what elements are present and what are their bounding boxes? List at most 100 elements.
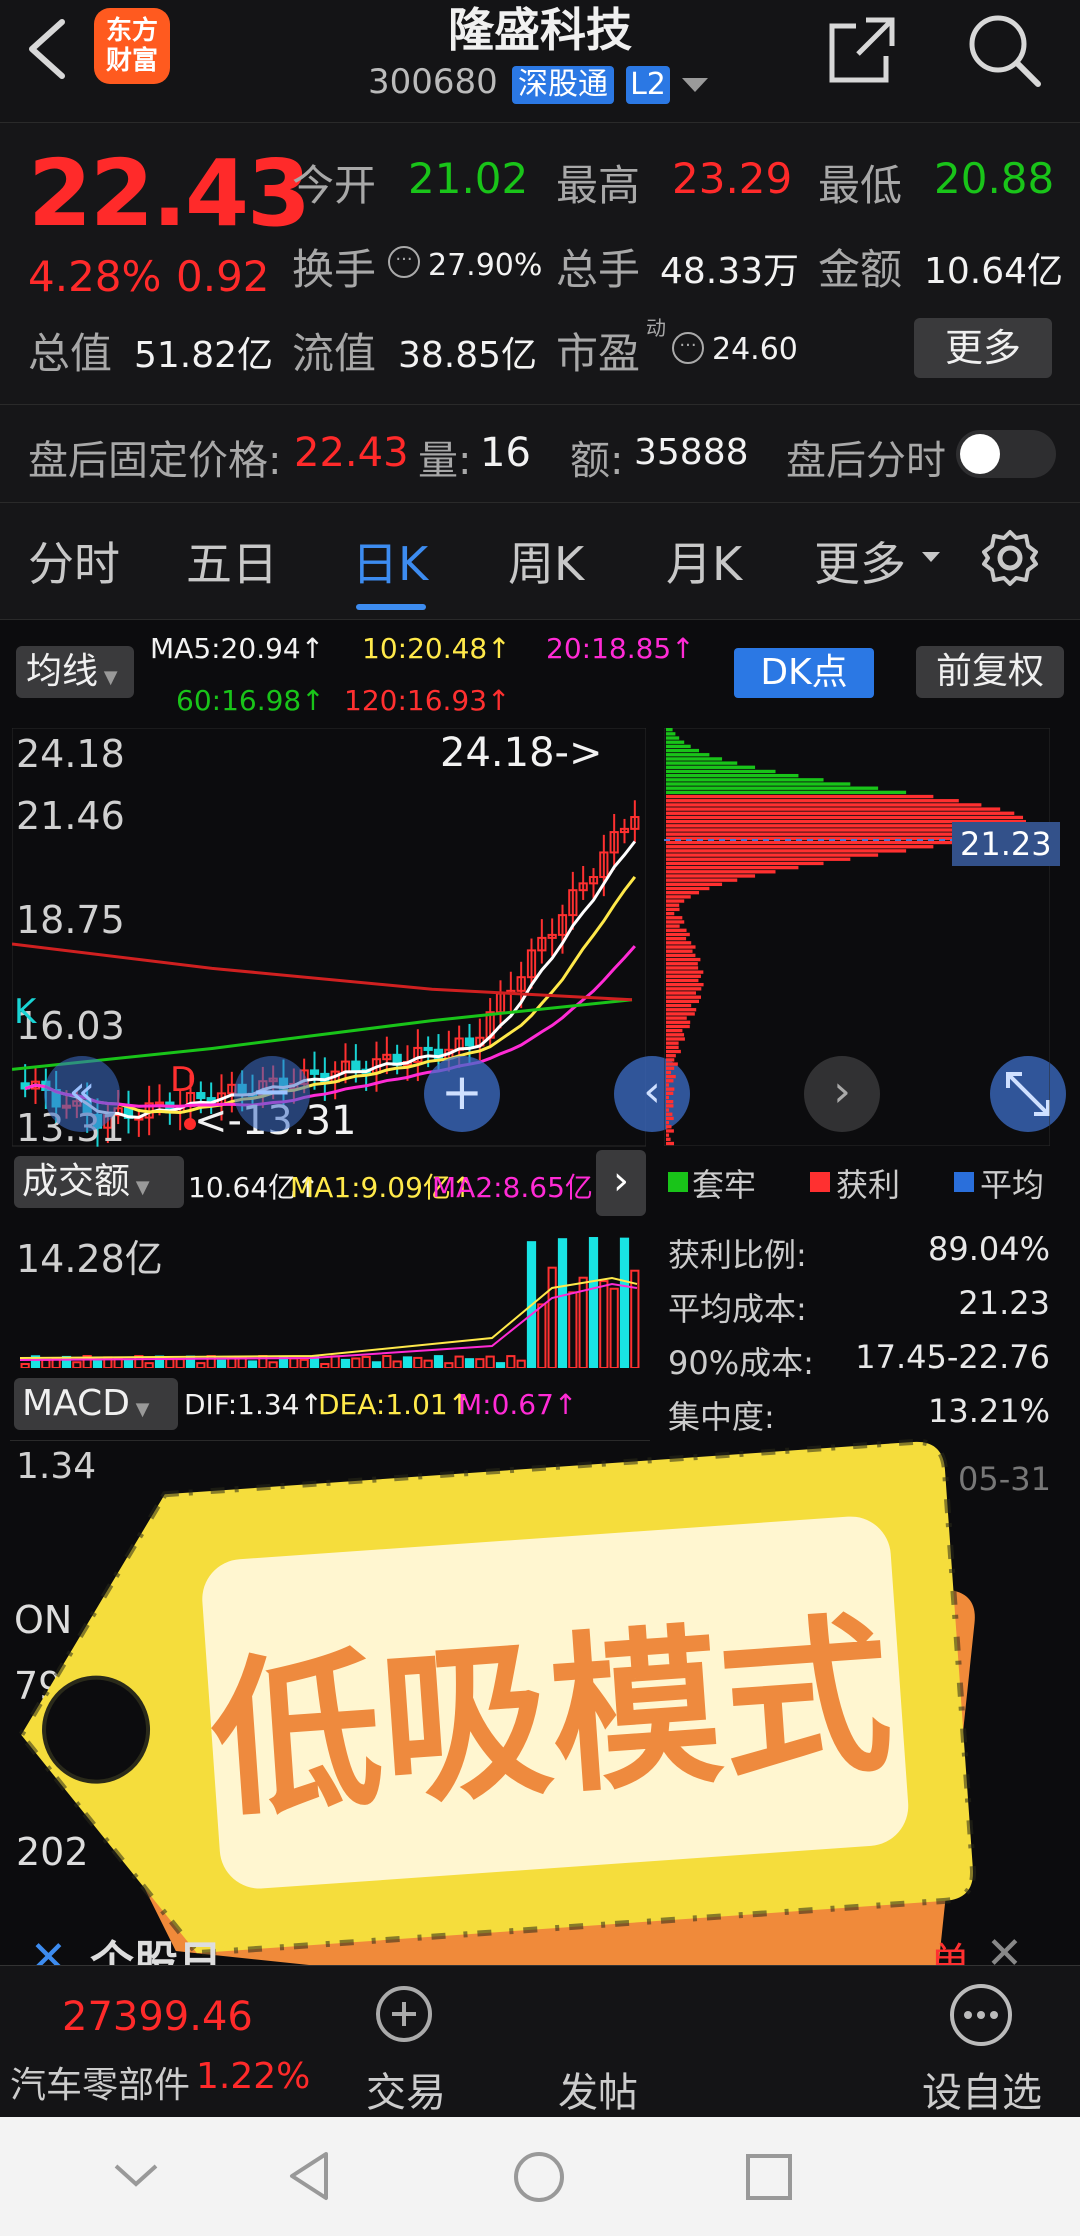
volume-bar xyxy=(340,1358,351,1368)
candle-body xyxy=(309,1069,320,1075)
chip-bar xyxy=(666,899,685,903)
zoom-out-button[interactable]: − xyxy=(234,1056,310,1132)
volume-bar xyxy=(464,1358,475,1368)
chip-bar xyxy=(666,928,687,932)
trade-button[interactable]: 交易 xyxy=(366,2060,446,2118)
stock-code: 300680 xyxy=(368,62,498,102)
expand-indicator-button[interactable]: › xyxy=(596,1150,646,1216)
more-options-icon[interactable] xyxy=(948,1982,1014,2048)
chip-bar xyxy=(666,1141,675,1146)
chip-bar xyxy=(666,757,723,761)
tab-timeshare[interactable]: 分时 xyxy=(28,528,120,594)
nav-back-icon[interactable] xyxy=(286,2150,332,2202)
nav-home-icon[interactable] xyxy=(512,2150,566,2204)
tab-weekly-k[interactable]: 周K xyxy=(508,528,584,594)
volume-bar xyxy=(413,1356,423,1368)
open-label: 今开 xyxy=(292,161,377,210)
volume-chart xyxy=(19,1237,640,1368)
turnover-value: 27.90% xyxy=(428,248,543,283)
chip-bar xyxy=(666,748,700,753)
volume-bar xyxy=(557,1238,568,1368)
chip-distribution-chart[interactable] xyxy=(664,728,1050,1146)
nav-hide-icon[interactable] xyxy=(112,2160,160,2190)
chip-bar xyxy=(666,991,696,995)
chip-bar xyxy=(666,903,680,907)
share-icon[interactable] xyxy=(826,14,898,84)
info-dots-icon[interactable]: ··· xyxy=(672,332,704,364)
volume-selector[interactable]: 成交额 ▼ xyxy=(14,1156,184,1208)
volume-bar xyxy=(433,1355,444,1368)
dk-point-button[interactable]: DK点 xyxy=(734,648,874,698)
dropdown-caret-icon[interactable] xyxy=(682,78,708,94)
change-percent: 4.28% xyxy=(28,252,162,301)
nav-recents-icon[interactable] xyxy=(744,2152,794,2202)
chip-bar xyxy=(666,1100,674,1104)
legend-label-trapped: 套牢 xyxy=(692,1166,757,1204)
high-value: 23.29 xyxy=(672,154,793,203)
sector-index-value[interactable]: 27399.46 xyxy=(62,1994,253,2040)
pe-superscript: 动 xyxy=(646,316,666,340)
search-icon[interactable] xyxy=(966,12,1042,88)
stat-label: 获利比例: xyxy=(668,1236,807,1274)
add-watchlist-button[interactable]: 设自选 xyxy=(922,2060,1042,2118)
after-timeshare-toggle[interactable] xyxy=(956,430,1056,478)
volume-bar xyxy=(485,1355,495,1368)
chip-bar xyxy=(666,1020,691,1024)
after-volume-value: 16 xyxy=(480,430,531,476)
chip-bar xyxy=(666,1133,670,1137)
y-axis-label: 18.75 xyxy=(16,898,125,942)
legend-swatch-profit xyxy=(810,1172,830,1192)
volume-bar xyxy=(402,1356,413,1368)
zoom-in-button[interactable]: + xyxy=(424,1056,500,1132)
info-dots-icon[interactable]: ··· xyxy=(388,246,420,278)
chip-bar xyxy=(666,765,756,769)
rewind-button[interactable]: « xyxy=(44,1056,120,1132)
ma20-value: 20:18.85↑ xyxy=(546,632,695,665)
tab-more[interactable]: 更多 xyxy=(814,528,906,594)
after-timeshare-label: 盘后分时 xyxy=(786,438,946,484)
chip-bar xyxy=(666,1137,671,1141)
chip-bar xyxy=(666,987,702,991)
chip-bar xyxy=(666,962,698,966)
volume-bar xyxy=(495,1362,506,1368)
chip-bar xyxy=(666,1033,685,1037)
tab-monthly-k[interactable]: 月K xyxy=(666,528,742,594)
chip-bar xyxy=(666,732,676,736)
trade-icon[interactable] xyxy=(370,1984,440,2044)
chip-bar xyxy=(666,849,907,853)
volume-bar xyxy=(371,1361,382,1368)
sector-name[interactable]: 汽车零部件 xyxy=(10,2056,190,2108)
stat-value: 89.04% xyxy=(927,1230,1050,1268)
settings-gear-icon[interactable] xyxy=(980,528,1040,588)
ma-selector[interactable]: 均线 ▼ xyxy=(16,646,134,698)
chip-bar xyxy=(666,1008,697,1012)
volume-bar xyxy=(247,1360,258,1368)
chip-bar xyxy=(666,1054,676,1058)
back-arrow-icon[interactable] xyxy=(22,18,68,80)
mktcap-value: 51.82亿 xyxy=(134,335,274,376)
volume-bar xyxy=(475,1358,485,1368)
chip-bar xyxy=(666,807,1001,811)
chip-bar xyxy=(666,949,693,953)
high-label: 最高 xyxy=(556,161,641,210)
last-price: 22.43 xyxy=(28,140,311,247)
tab-five-day[interactable]: 五日 xyxy=(186,528,278,594)
chip-bar xyxy=(666,1087,675,1091)
price-adjust-button[interactable]: 前复权 xyxy=(916,646,1064,698)
more-button[interactable]: 更多 xyxy=(914,318,1052,378)
app-logo: 东方财富 xyxy=(94,8,170,84)
post-button[interactable]: 发帖 xyxy=(558,2060,638,2118)
after-amount-value: 35888 xyxy=(634,432,749,473)
chip-bar xyxy=(666,761,738,765)
more-caret-icon xyxy=(922,552,940,562)
tab-daily-k[interactable]: 日K xyxy=(352,528,428,594)
chip-bar xyxy=(666,1016,687,1020)
chip-bar xyxy=(666,736,680,740)
chip-bar xyxy=(666,911,675,916)
chip-bar xyxy=(666,1125,672,1129)
chip-bar xyxy=(666,953,696,958)
chip-bar xyxy=(666,1104,674,1108)
volume-bar xyxy=(588,1237,599,1368)
volume-bar xyxy=(392,1360,402,1368)
chip-bar xyxy=(666,937,687,941)
